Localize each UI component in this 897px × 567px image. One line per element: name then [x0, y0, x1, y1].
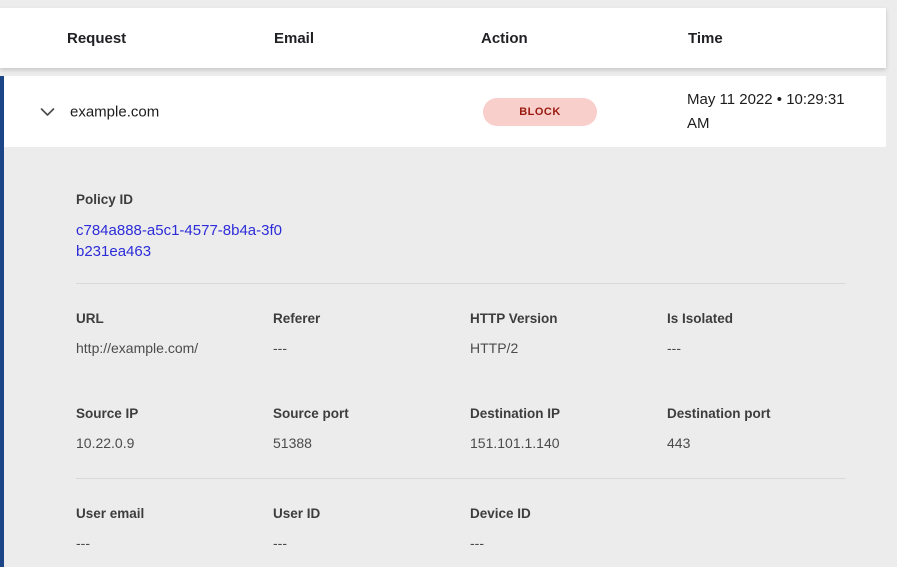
field-label: User ID: [273, 506, 470, 522]
field-label: Source port: [273, 406, 470, 422]
detail-field-device-id: Device ID ---: [470, 506, 667, 552]
request-domain: example.com: [70, 103, 159, 120]
field-value: HTTP/2: [470, 340, 667, 357]
field-label: URL: [76, 311, 273, 327]
field-label: Source IP: [76, 406, 273, 422]
field-value: ---: [76, 535, 273, 552]
field-value: ---: [273, 535, 470, 552]
field-label: Destination port: [667, 406, 864, 422]
field-value: 151.101.1.140: [470, 435, 667, 452]
field-label: Referer: [273, 311, 470, 327]
request-time: May 11 2022 • 10:29:31 AM: [687, 88, 859, 136]
field-value: http://example.com/: [76, 340, 273, 357]
detail-field-user-email: User email ---: [76, 506, 273, 552]
field-label: Destination IP: [470, 406, 667, 422]
divider: [76, 283, 846, 284]
field-value: ---: [273, 340, 470, 357]
divider: [76, 478, 846, 479]
column-header-email: Email: [274, 30, 481, 47]
detail-field-url: URL http://example.com/: [76, 311, 273, 357]
chevron-down-icon: [40, 107, 55, 117]
column-header-action: Action: [481, 30, 688, 47]
row-detail-section: Policy ID c784a888-a5c1-4577-8b4a-3f0b23…: [4, 147, 886, 552]
detail-field-destination-ip: Destination IP 151.101.1.140: [470, 406, 667, 452]
policy-id-label: Policy ID: [76, 192, 846, 208]
column-header-request: Request: [67, 30, 274, 47]
collapse-row-button[interactable]: [34, 99, 60, 125]
detail-field-is-isolated: Is Isolated ---: [667, 311, 864, 357]
policy-id-block: Policy ID c784a888-a5c1-4577-8b4a-3f0b23…: [76, 147, 846, 262]
detail-field-destination-port: Destination port 443: [667, 406, 864, 452]
policy-id-link[interactable]: c784a888-a5c1-4577-8b4a-3f0b231ea463: [76, 220, 286, 262]
detail-field-source-port: Source port 51388: [273, 406, 470, 452]
detail-grid-row-2: Source IP 10.22.0.9 Source port 51388 De…: [76, 406, 846, 452]
field-value: ---: [667, 340, 864, 357]
detail-grid-row-1: URL http://example.com/ Referer --- HTTP…: [76, 311, 846, 357]
field-label: Is Isolated: [667, 311, 864, 327]
field-value: 443: [667, 435, 864, 452]
field-label: HTTP Version: [470, 311, 667, 327]
field-value: ---: [470, 535, 667, 552]
expanded-log-entry: example.com BLOCK May 11 2022 • 10:29:31…: [0, 76, 886, 567]
field-value: 10.22.0.9: [76, 435, 273, 452]
column-header-time: Time: [688, 30, 886, 47]
field-label: User email: [76, 506, 273, 522]
detail-field-referer: Referer ---: [273, 311, 470, 357]
detail-field-source-ip: Source IP 10.22.0.9: [76, 406, 273, 452]
field-value: 51388: [273, 435, 470, 452]
detail-field-http-version: HTTP Version HTTP/2: [470, 311, 667, 357]
field-label: Device ID: [470, 506, 667, 522]
detail-grid-row-3: User email --- User ID --- Device ID ---: [76, 506, 846, 552]
action-badge-block: BLOCK: [483, 98, 597, 126]
table-row[interactable]: example.com BLOCK May 11 2022 • 10:29:31…: [4, 76, 886, 147]
detail-field-user-id: User ID ---: [273, 506, 470, 552]
table-header: Request Email Action Time: [0, 8, 886, 68]
